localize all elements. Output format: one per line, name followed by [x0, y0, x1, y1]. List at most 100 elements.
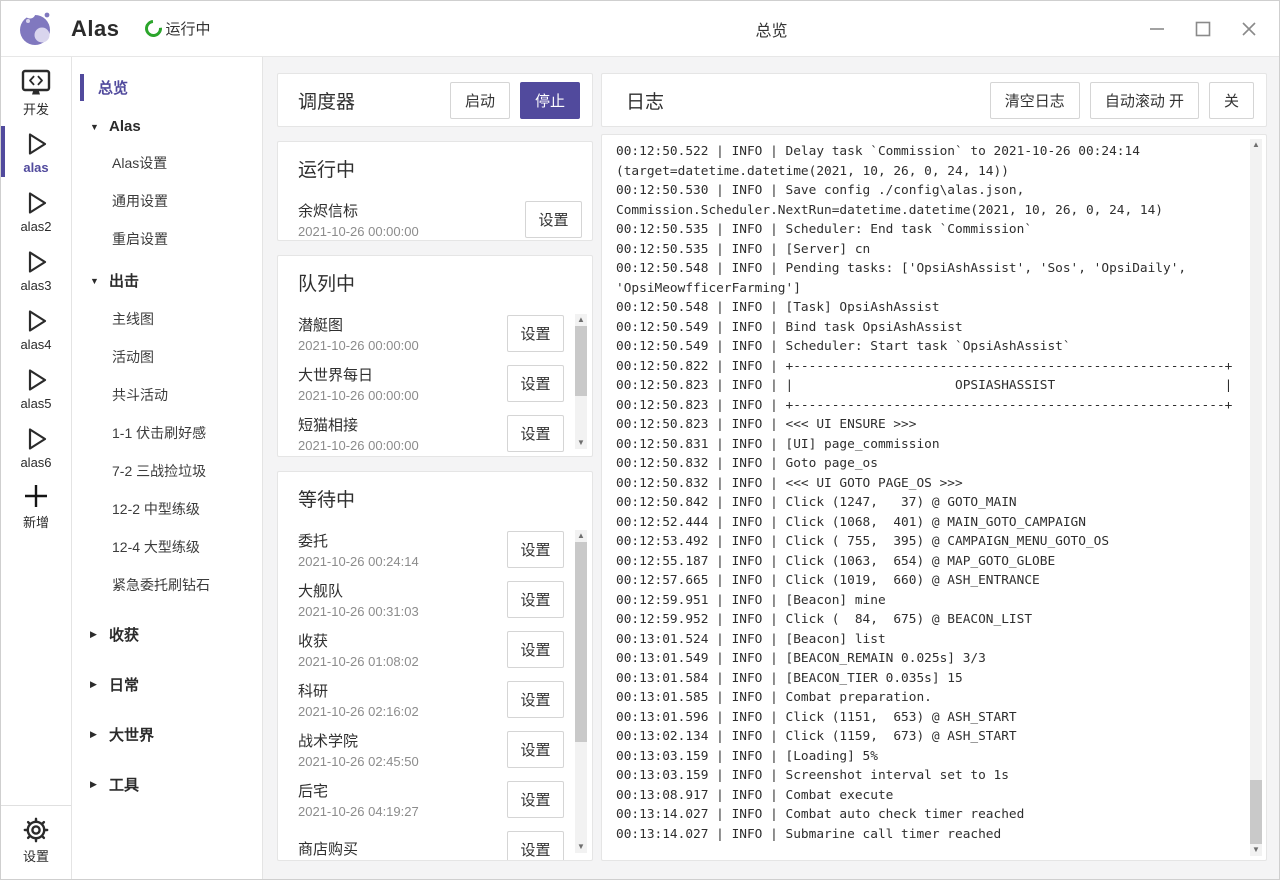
log-scrollbar[interactable]: ▲ ▼ — [1250, 139, 1262, 856]
chevron-right-icon: ▶ — [90, 629, 100, 640]
maximize-button[interactable] — [1191, 17, 1215, 41]
nav-item-重启设置[interactable]: 重启设置 — [72, 220, 262, 258]
window-controls — [1145, 17, 1279, 41]
rail-item-settings[interactable]: 设置 — [1, 810, 71, 869]
task-settings-button[interactable]: 设置 — [507, 831, 564, 862]
task-settings-button[interactable]: 设置 — [507, 781, 564, 818]
task-settings-button[interactable]: 设置 — [507, 531, 564, 568]
autoscroll-off-button[interactable]: 关 — [1209, 82, 1254, 119]
nav-item-通用设置[interactable]: 通用设置 — [72, 182, 262, 220]
nav-group-label: 收获 — [109, 624, 139, 645]
nav-group-出击[interactable]: ▼出击 — [72, 261, 262, 300]
task-row: 余烬信标2021-10-26 00:00:00设置 — [278, 194, 592, 241]
scroll-track[interactable] — [575, 542, 587, 841]
nav-group-大世界[interactable]: ▶大世界 — [72, 715, 262, 754]
nav-group-日常[interactable]: ▶日常 — [72, 665, 262, 704]
task-settings-button[interactable]: 设置 — [507, 415, 564, 452]
nav-group-label: 日常 — [109, 674, 139, 695]
rail-bottom: 设置 — [1, 805, 71, 879]
task-time: 2021-10-26 00:00:00 — [298, 338, 507, 354]
stop-button[interactable]: 停止 — [520, 82, 580, 119]
scrollbar[interactable]: ▲▼ — [575, 314, 587, 449]
rail-item-dev[interactable]: 开发 — [1, 63, 71, 122]
task-name: 收获 — [298, 631, 507, 652]
play-icon — [22, 365, 50, 395]
scroll-down-icon[interactable]: ▼ — [575, 841, 587, 853]
nav-group-工具[interactable]: ▶工具 — [72, 765, 262, 804]
scroll-down-icon[interactable]: ▼ — [575, 437, 587, 449]
dev-code-icon — [21, 68, 51, 98]
rail-item-label: alas4 — [20, 337, 51, 352]
task-info: 科研2021-10-26 02:16:02 — [298, 679, 507, 720]
task-name: 大世界每日 — [298, 365, 507, 386]
rail-item-alas2[interactable]: alas2 — [1, 181, 71, 240]
log-title: 日志 — [626, 87, 980, 114]
task-settings-button[interactable]: 设置 — [507, 365, 564, 402]
task-info: 战术学院2021-10-26 02:45:50 — [298, 729, 507, 770]
rail-item-label: alas — [23, 160, 48, 175]
start-button[interactable]: 启动 — [450, 82, 510, 119]
scroll-thumb[interactable] — [575, 542, 587, 742]
nav-item-7-2 三战捡垃圾[interactable]: 7-2 三战捡垃圾 — [72, 452, 262, 490]
card-running: 运行中余烬信标2021-10-26 00:00:00设置 — [277, 141, 593, 241]
rail-item-alas[interactable]: alas — [1, 122, 71, 181]
scroll-down-icon[interactable]: ▼ — [1250, 844, 1262, 856]
task-info: 余烬信标2021-10-26 00:00:00 — [298, 199, 525, 240]
nav-item-overview[interactable]: 总览 — [72, 71, 262, 106]
play-icon — [22, 129, 50, 159]
chevron-down-icon: ▼ — [90, 276, 100, 286]
nav-item-共斗活动[interactable]: 共斗活动 — [72, 376, 262, 414]
rail-item-label: alas2 — [20, 219, 51, 234]
scroll-up-icon[interactable]: ▲ — [1250, 139, 1262, 151]
app-window: Alas 运行中 总览 — [0, 0, 1280, 880]
play-icon — [22, 306, 50, 336]
scroll-track[interactable] — [1250, 151, 1262, 844]
task-settings-button[interactable]: 设置 — [507, 631, 564, 668]
nav-item-主线图[interactable]: 主线图 — [72, 300, 262, 338]
scroll-track[interactable] — [575, 326, 587, 437]
scheduler-title: 调度器 — [298, 87, 440, 114]
app-name: Alas — [71, 16, 119, 42]
rail-item-label: alas3 — [20, 278, 51, 293]
scroll-thumb[interactable] — [1250, 780, 1262, 844]
rail-item-alas3[interactable]: alas3 — [1, 240, 71, 299]
nav-item-12-2 中型练级[interactable]: 12-2 中型练级 — [72, 490, 262, 528]
rail-item-alas4[interactable]: alas4 — [1, 299, 71, 358]
task-settings-button[interactable]: 设置 — [507, 315, 564, 352]
task-name: 战术学院 — [298, 731, 507, 752]
scroll-thumb[interactable] — [575, 326, 587, 396]
rail-item-alas5[interactable]: alas5 — [1, 358, 71, 417]
nav-item-紧急委托刷钻石[interactable]: 紧急委托刷钻石 — [72, 566, 262, 604]
close-button[interactable] — [1237, 17, 1261, 41]
rail-item-alas6[interactable]: alas6 — [1, 417, 71, 476]
scheduler-panel: 调度器 启动 停止 — [277, 73, 593, 127]
task-settings-button[interactable]: 设置 — [507, 581, 564, 618]
gear-icon — [22, 815, 50, 845]
scroll-up-icon[interactable]: ▲ — [575, 314, 587, 326]
task-row: 后宅2021-10-26 04:19:27设置 — [278, 774, 592, 824]
nav-item-1-1 伏击刷好感[interactable]: 1-1 伏击刷好感 — [72, 414, 262, 452]
task-settings-button[interactable]: 设置 — [507, 681, 564, 718]
chevron-right-icon: ▶ — [90, 779, 100, 790]
task-settings-button[interactable]: 设置 — [525, 201, 582, 238]
task-time: 2021-10-26 00:24:14 — [298, 554, 507, 570]
task-row: 科研2021-10-26 02:16:02设置 — [278, 674, 592, 724]
card-title: 等待中 — [278, 472, 592, 522]
nav-item-12-4 大型练级[interactable]: 12-4 大型练级 — [72, 528, 262, 566]
log-panel: 00:12:50.522 | INFO | Delay task `Commis… — [601, 134, 1267, 861]
task-info: 潜艇图2021-10-26 00:00:00 — [298, 313, 507, 354]
nav-item-活动图[interactable]: 活动图 — [72, 338, 262, 376]
autoscroll-on-button[interactable]: 自动滚动 开 — [1090, 82, 1199, 119]
nav-item-Alas设置[interactable]: Alas设置 — [72, 144, 262, 182]
task-time: 2021-10-26 00:31:03 — [298, 604, 507, 620]
nav-group-Alas[interactable]: ▼Alas — [72, 109, 262, 144]
rail-item-add[interactable]: 新增 — [1, 476, 71, 535]
clear-log-button[interactable]: 清空日志 — [990, 82, 1080, 119]
task-settings-button[interactable]: 设置 — [507, 731, 564, 768]
scrollbar[interactable]: ▲▼ — [575, 530, 587, 853]
scroll-up-icon[interactable]: ▲ — [575, 530, 587, 542]
nav-group-收获[interactable]: ▶ 收获 — [72, 615, 262, 654]
minimize-button[interactable] — [1145, 17, 1169, 41]
task-name: 后宅 — [298, 781, 507, 802]
log-column: 日志 清空日志 自动滚动 开 关 00:12:50.522 | INFO | D… — [601, 73, 1267, 861]
